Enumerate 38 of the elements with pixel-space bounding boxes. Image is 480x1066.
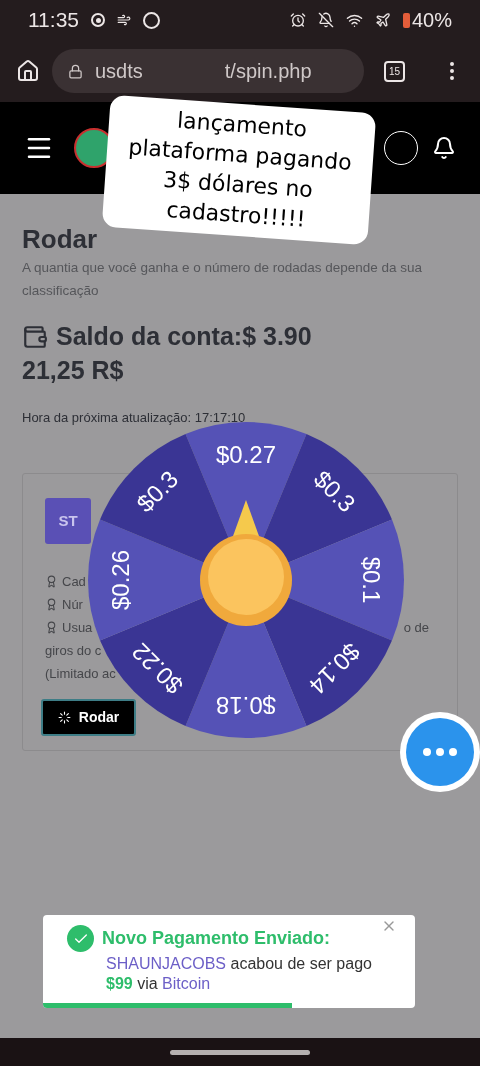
- balance-brl: 21,25 R$: [22, 355, 125, 384]
- award-icon: [45, 598, 58, 611]
- lock-icon: [68, 63, 83, 79]
- page-subtitle: A quantia que você ganha e o número de rodadas depende da sua classificação: [22, 259, 424, 300]
- page-title: Rodar: [22, 224, 99, 254]
- wheel-pointer-icon[interactable]: [200, 500, 292, 626]
- award-icon: [45, 575, 58, 588]
- notification-icon[interactable]: [432, 136, 456, 160]
- balance-text: Saldo da conta:$ 3.90: [56, 321, 312, 352]
- tab-count-button[interactable]: 15: [384, 60, 405, 82]
- address-bar[interactable]: usdts t/spin.php: [52, 49, 364, 93]
- toast-title: Novo Pagamento Enviado:: [102, 927, 331, 950]
- toast-message: SHAUNJACOBS acabou de ser pago $99 via Bitcoin: [105, 954, 373, 994]
- wheel-prize-label: $0.18: [215, 692, 277, 719]
- url-text: t/spin.php: [224, 59, 312, 84]
- battery-icon: [402, 12, 410, 28]
- alarm-icon: [289, 12, 306, 28]
- home-indicator[interactable]: [170, 1049, 310, 1055]
- info-text: o de: [403, 619, 429, 637]
- award-icon: [45, 621, 58, 634]
- wheel-prize-label: $0.1: [358, 556, 385, 604]
- battery-percent: 40%: [411, 8, 452, 33]
- info-text: Núr: [62, 596, 83, 614]
- loader-icon: [57, 711, 71, 724]
- spin-button[interactable]: Rodar: [41, 699, 136, 736]
- url-text: usdts: [95, 59, 143, 84]
- caption-sticker: lançamento plataforma pagando 3$ dólares no cadastro!!!!!: [101, 94, 377, 246]
- home-icon[interactable]: [16, 59, 40, 83]
- clock-time: 11:35: [28, 7, 79, 34]
- record-icon: [91, 13, 105, 27]
- bell-off-icon: [317, 12, 334, 28]
- check-icon: [67, 925, 94, 952]
- avatar: ST: [45, 498, 91, 544]
- info-text: Cad: [62, 573, 86, 591]
- wallet-icon: [22, 323, 48, 350]
- airplane-icon: [374, 12, 391, 28]
- wheel-prize-label: $0.27: [215, 441, 277, 468]
- wheel-prize-label: $0.26: [107, 549, 134, 611]
